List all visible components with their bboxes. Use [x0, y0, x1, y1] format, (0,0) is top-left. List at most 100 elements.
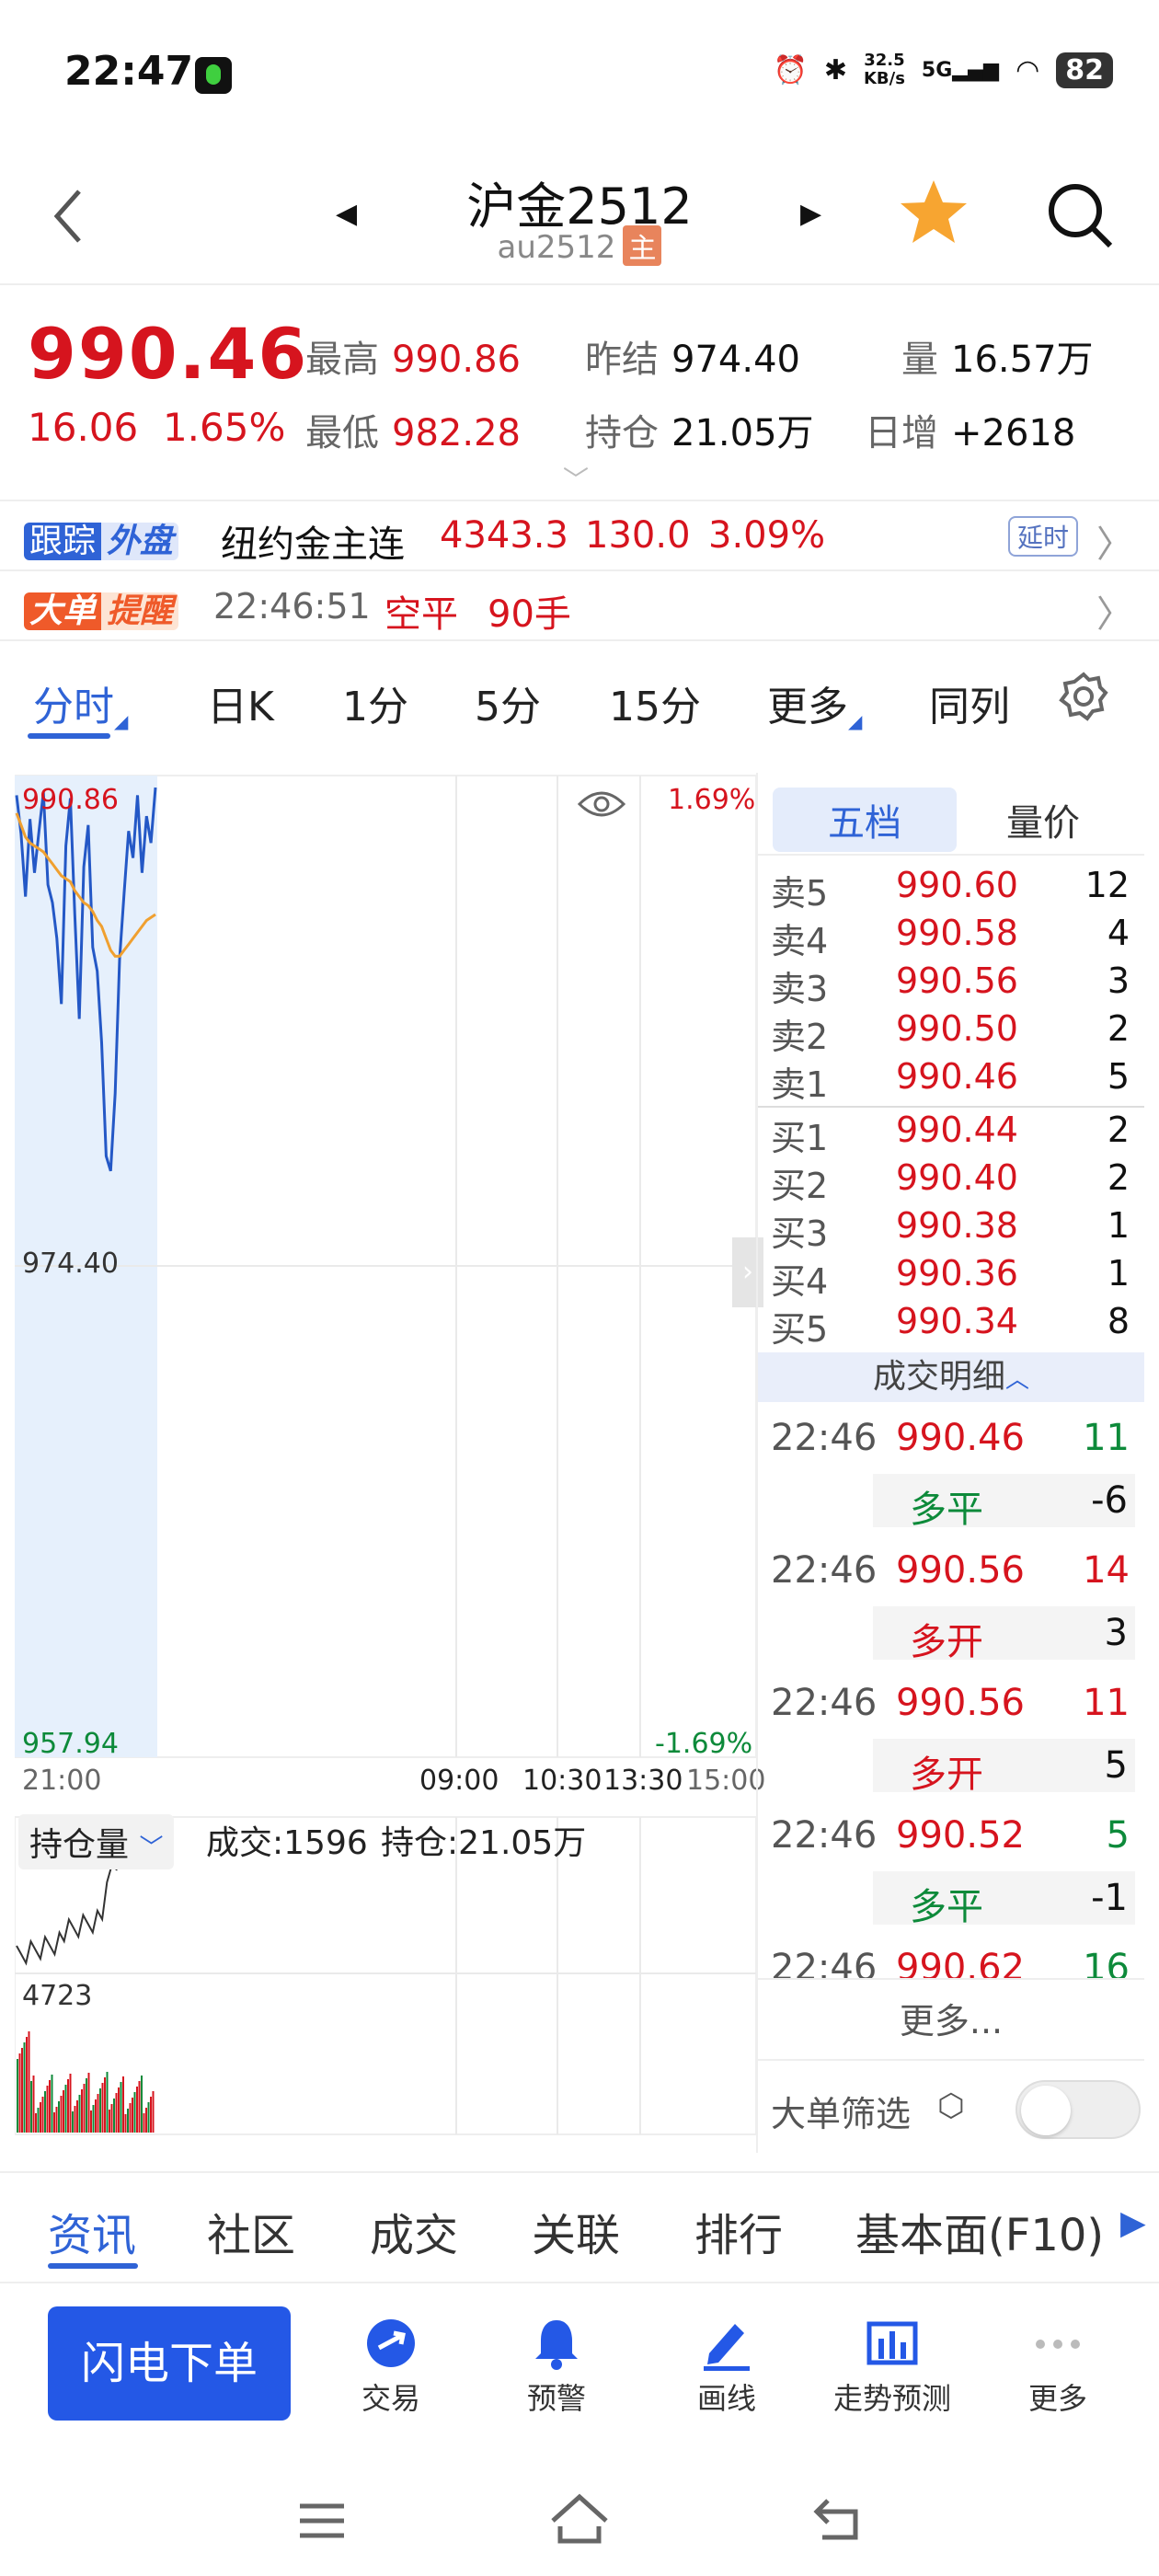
trend-forecast-action[interactable]: 走势预测: [809, 2311, 975, 2418]
trade-type-row: 多开 3: [873, 1606, 1135, 1663]
filter-hex-icon[interactable]: ⬡: [937, 2087, 965, 2124]
period-tabs: 分时◢ 日K 1分 5分 15分 更多◢ 同列: [0, 639, 1159, 759]
scroll-right-icon[interactable]: ▶: [1120, 2204, 1146, 2242]
tab-fundamentals[interactable]: 基本面(F10): [855, 2199, 1104, 2263]
daily-increase: 日增 +2618: [865, 412, 1076, 454]
pen-icon: [704, 2324, 750, 2371]
volume-bar: [53, 2112, 55, 2133]
chevron-right-icon[interactable]: 〉: [1096, 584, 1133, 638]
volume-bar: [83, 2084, 86, 2133]
tab-5min[interactable]: 5分: [475, 673, 541, 732]
overseas-tracking-row[interactable]: 跟踪 外盘 纽约金主连 4343.3 130.0 3.09% 延时 〉: [0, 500, 1159, 569]
volume-bar: [129, 2103, 132, 2133]
volume-bar: [55, 2107, 58, 2133]
volume-bar: [106, 2072, 109, 2133]
main-contract-badge: 主: [623, 225, 662, 266]
more-action[interactable]: 更多: [975, 2311, 1141, 2418]
tab-15min[interactable]: 15分: [609, 673, 701, 732]
volume-bar: [115, 2093, 118, 2133]
ask-row: 卖4 990.58 4: [771, 913, 1130, 961]
back-icon[interactable]: [46, 184, 92, 248]
volume-bar: [150, 2097, 152, 2133]
volume-bar: [26, 2037, 28, 2133]
status-time: 22:47: [64, 48, 194, 95]
tab-related[interactable]: 关联: [532, 2199, 620, 2263]
back-nav-icon[interactable]: [809, 2491, 865, 2547]
instrument-code: au2512 主: [396, 225, 763, 266]
volume-bar: [44, 2091, 46, 2133]
eye-icon[interactable]: [576, 786, 627, 822]
big-order-filter-toggle[interactable]: [1016, 2080, 1141, 2139]
tab-compare[interactable]: 同列: [929, 673, 1010, 732]
alarm-icon: ⏰: [773, 53, 808, 86]
trade-row: 22:46 990.56 11: [771, 1682, 1130, 1724]
volume-bar: [136, 2087, 138, 2133]
bid-row: 买4 990.36 1: [771, 1253, 1130, 1302]
volume-bar: [147, 2102, 150, 2133]
home-icon[interactable]: [547, 2490, 612, 2548]
time-tick-1030: 10:30: [522, 1765, 602, 1797]
alert-action[interactable]: 预警: [474, 2311, 639, 2418]
trade-detail-header[interactable]: 成交明细︿: [758, 1352, 1144, 1402]
volume-bar: [122, 2076, 124, 2133]
app-notification-icon: [195, 57, 232, 94]
favorite-star-icon[interactable]: [897, 175, 970, 248]
bluetooth-icon: ✱: [823, 53, 847, 86]
volume-bar: [30, 2081, 32, 2133]
overseas-tag: 跟踪 外盘: [24, 514, 179, 562]
intraday-chart[interactable]: 990.86 974.40 957.94 1.69% -1.69% › 21:0…: [14, 773, 765, 2153]
low-price: 最低 982.28: [305, 412, 521, 454]
volume-bar: [40, 2102, 41, 2133]
sub-indicator-selector[interactable]: 持仓量 ﹀: [18, 1814, 175, 1869]
volume-bar: [113, 2099, 115, 2133]
trade-row: 22:46 990.52 5: [771, 1814, 1130, 1857]
status-bar: 22:47 ⏰ ✱ 32.5 KB/s 5G▂▄▆ ◠ 82: [0, 0, 1159, 147]
trade-action[interactable]: 交易: [308, 2311, 474, 2418]
more-trades-link[interactable]: 更多...: [758, 1978, 1144, 2061]
volume-bar: [28, 2031, 30, 2133]
volume-bar: [81, 2089, 83, 2133]
settings-gear-icon[interactable]: [1058, 671, 1109, 722]
ask-row: 卖3 990.56 3: [771, 960, 1130, 1009]
volume-bar: [132, 2098, 133, 2133]
axis-top-pct: 1.69%: [668, 784, 756, 816]
tab-intraday[interactable]: 分时◢: [33, 673, 128, 732]
last-price: 990.46: [28, 313, 309, 395]
tab-daily-k[interactable]: 日K: [207, 673, 274, 732]
tab-ranking[interactable]: 排行: [694, 2199, 783, 2263]
expand-chevron-icon[interactable]: ﹀: [563, 460, 589, 497]
volume-bar: [74, 2106, 76, 2133]
signal-icon: 5G▂▄▆: [921, 58, 1000, 82]
tab-volume-price[interactable]: 量价: [988, 788, 1098, 852]
book-divider: [758, 1106, 1144, 1108]
tab-community[interactable]: 社区: [207, 2199, 295, 2263]
big-order-action: 空平: [384, 593, 458, 636]
tab-1min[interactable]: 1分: [342, 673, 408, 732]
time-tick-close: 15:00: [686, 1765, 766, 1797]
search-icon[interactable]: [1044, 179, 1118, 253]
overseas-name: 纽约金主连: [221, 523, 405, 566]
more-dots-icon: [1036, 2340, 1080, 2349]
tab-trades[interactable]: 成交: [370, 2199, 458, 2263]
draw-line-action[interactable]: 画线: [644, 2311, 809, 2418]
sub-axis-label: 4723: [22, 1980, 93, 2012]
tab-news[interactable]: 资讯: [48, 2199, 136, 2263]
time-tick-1330: 13:30: [603, 1765, 683, 1797]
prev-instrument-icon[interactable]: ◀: [336, 198, 357, 230]
big-order-alert-row[interactable]: 大单 提醒 22:46:51 空平 90手 〉: [0, 569, 1159, 639]
volume-bar: [60, 2096, 63, 2133]
volume-bar: [143, 2113, 145, 2133]
volume-bar: [18, 2053, 21, 2133]
tab-five-levels[interactable]: 五档: [773, 788, 957, 852]
trade-row: 22:46 990.46 11: [771, 1417, 1130, 1459]
volume-bar: [35, 2113, 37, 2133]
volume-bar: [76, 2100, 78, 2133]
flash-order-button[interactable]: 闪电下单: [48, 2306, 291, 2421]
chevron-right-icon[interactable]: 〉: [1096, 514, 1133, 568]
volume-bar: [63, 2090, 64, 2133]
volume-bar: [97, 2094, 99, 2133]
overseas-change-pct: 3.09%: [708, 514, 826, 557]
tab-more[interactable]: 更多◢: [767, 673, 862, 732]
next-instrument-icon[interactable]: ▶: [800, 198, 821, 230]
menu-icon[interactable]: [294, 2493, 350, 2548]
